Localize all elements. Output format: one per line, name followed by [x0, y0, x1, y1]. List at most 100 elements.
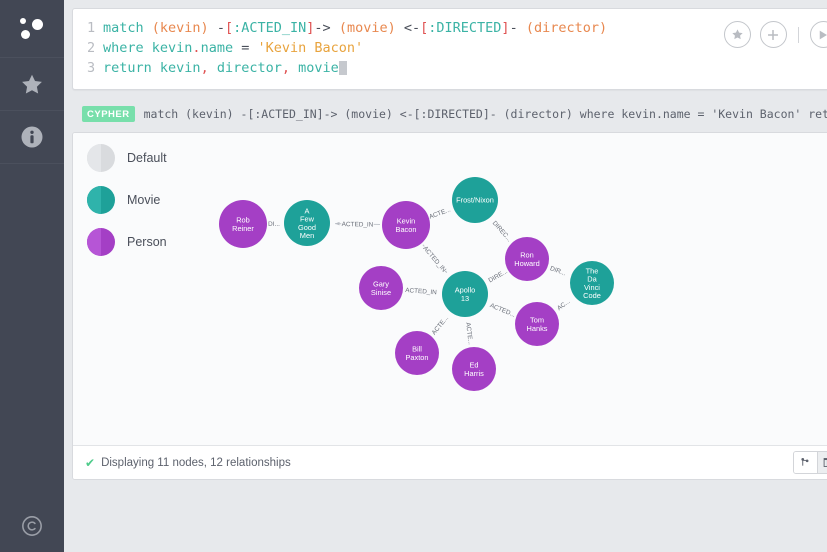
- star-icon: [731, 28, 744, 41]
- token-string-kevin-bacon: 'Kevin Bacon': [258, 40, 364, 56]
- token-comma-1: ,: [201, 60, 209, 76]
- legend-label: Movie: [127, 193, 160, 207]
- add-button[interactable]: [760, 21, 787, 48]
- token-kevin-paren: (kevin): [152, 20, 209, 36]
- view-mode-toggle: [793, 451, 827, 474]
- node-label: Sinise: [371, 288, 391, 297]
- run-button[interactable]: [810, 21, 827, 48]
- token-equals: =: [241, 40, 249, 56]
- edge-label-group: ACTED_IN: [341, 219, 374, 229]
- status-message: Displaying 11 nodes, 12 relationships: [101, 457, 291, 469]
- edge-label: ACTED_IN: [421, 245, 447, 274]
- sidebar-item-about[interactable]: [0, 500, 64, 552]
- legend-label: Person: [127, 235, 167, 249]
- token-acted-in: :ACTED_IN: [233, 20, 306, 36]
- node-label: Reiner: [232, 224, 254, 233]
- token-where: where: [103, 40, 144, 56]
- line-number: 2: [87, 38, 103, 58]
- info-icon: [20, 125, 44, 149]
- line-number: 3: [87, 58, 103, 78]
- graph-node[interactable]: KevinBacon: [382, 201, 430, 249]
- graph-node[interactable]: AFewGoodMen: [284, 200, 330, 246]
- graph-visualization[interactable]: DI...ACTED_INACTE...ACTED_INDIREC...DIRE…: [73, 133, 795, 445]
- graph-legend: Default Movie Person: [87, 143, 167, 269]
- legend-item-movie[interactable]: Movie: [87, 185, 167, 215]
- graph-node[interactable]: Apollo13: [442, 271, 488, 317]
- legend-label: Default: [127, 151, 167, 165]
- result-frame: CYPHER match (kevin) -[:ACTED_IN]-> (mov…: [72, 102, 827, 480]
- node-label: Paxton: [405, 353, 428, 362]
- edge-label-group: ACTE...: [427, 311, 452, 339]
- edge-label-group: DIR...: [545, 262, 572, 279]
- sidebar-item-database-logo[interactable]: [0, 0, 64, 58]
- token-dot: .: [192, 40, 200, 56]
- graph-icon: [800, 457, 811, 468]
- graph-canvas[interactable]: Default Movie Person: [73, 133, 827, 445]
- edge-label-group: DIREC...: [488, 216, 516, 246]
- legend-item-person[interactable]: Person: [87, 227, 167, 257]
- token-match: match: [103, 20, 144, 36]
- token-director-paren: (director): [526, 20, 607, 36]
- frame-status-bar: ✔ Displaying 11 nodes, 12 relationships: [73, 445, 827, 479]
- query-text: match (kevin) -[:ACTED_IN]-> (movie) <-[…: [144, 107, 827, 121]
- query-editor[interactable]: 1match (kevin) -[:ACTED_IN]-> (movie) <-…: [72, 8, 827, 90]
- token-var-kevin: kevin: [152, 40, 193, 56]
- legend-swatch: [87, 186, 115, 214]
- cypher-badge: CYPHER: [82, 106, 135, 122]
- graph-node[interactable]: EdHarris: [452, 347, 496, 391]
- legend-swatch: [87, 228, 115, 256]
- token-dash-2: -: [510, 20, 518, 36]
- left-sidebar: [0, 0, 64, 552]
- action-divider: [798, 27, 799, 43]
- token-arrow-right: ->: [314, 20, 330, 36]
- graph-node[interactable]: Frost/Nixon: [452, 177, 498, 223]
- edge-label-group: AC...: [552, 294, 575, 314]
- check-icon: ✔: [85, 456, 95, 470]
- graph-node[interactable]: TheDaVinciCode: [570, 261, 614, 305]
- token-directed: :DIRECTED: [428, 20, 501, 36]
- graph-node[interactable]: RonHoward: [505, 237, 549, 281]
- star-icon: [19, 72, 45, 97]
- edge-label: DIR...: [549, 265, 567, 277]
- plus-icon: [766, 28, 780, 42]
- token-return-movie: movie: [298, 60, 339, 76]
- token-return: return: [103, 60, 152, 76]
- graph-node[interactable]: BillPaxton: [395, 331, 439, 375]
- graph-view-button[interactable]: [794, 452, 817, 473]
- token-comma-2: ,: [282, 60, 290, 76]
- edge-label: DI...: [268, 221, 280, 228]
- edge-label-group: ACTED...: [486, 299, 519, 320]
- text-cursor: [339, 61, 347, 75]
- neo4j-dots-icon: [18, 16, 46, 42]
- legend-item-default[interactable]: Default: [87, 143, 167, 173]
- token-dash-1: -: [217, 20, 225, 36]
- neo4j-browser-window: 1 match (kevin) -[:ACTED_IN]-> (movie) <-…: [0, 0, 827, 552]
- table-icon: [823, 457, 827, 468]
- token-prop-name: name: [201, 40, 234, 56]
- main-area: 1 match (kevin) -[:ACTED_IN]-> (movie) <-…: [64, 0, 827, 552]
- graph-node[interactable]: GarySinise: [359, 266, 403, 310]
- favorite-button[interactable]: [724, 21, 751, 48]
- node-label: Hanks: [527, 324, 548, 333]
- token-return-kevin: kevin: [160, 60, 201, 76]
- graph-node[interactable]: RobReiner: [219, 200, 267, 248]
- token-movie-paren: (movie): [339, 20, 396, 36]
- play-icon: [817, 29, 827, 41]
- node-label: Code: [583, 291, 601, 300]
- editor-code-area[interactable]: 1match (kevin) -[:ACTED_IN]-> (movie) <-…: [73, 9, 827, 78]
- visualization-frame: Default Movie Person: [72, 132, 827, 480]
- node-label: Bacon: [396, 225, 417, 234]
- token-bracket-open-1: [: [225, 20, 233, 36]
- sidebar-item-favorites[interactable]: [0, 58, 64, 111]
- sidebar-item-documentation[interactable]: [0, 111, 64, 164]
- table-view-button[interactable]: [817, 452, 827, 473]
- editor-action-buttons: [724, 21, 827, 48]
- token-return-director: director: [217, 60, 282, 76]
- legend-swatch: [87, 144, 115, 172]
- node-label: Harris: [464, 369, 484, 378]
- edge-label: DIREC...: [491, 220, 513, 244]
- graph-node[interactable]: TomHanks: [515, 302, 559, 346]
- line-number: 1: [87, 18, 103, 38]
- graph-nodes[interactable]: RobReiner AFewGoodMen KevinBacon Frost/Nixo…: [219, 177, 614, 391]
- token-arrow-left: <-: [404, 20, 420, 36]
